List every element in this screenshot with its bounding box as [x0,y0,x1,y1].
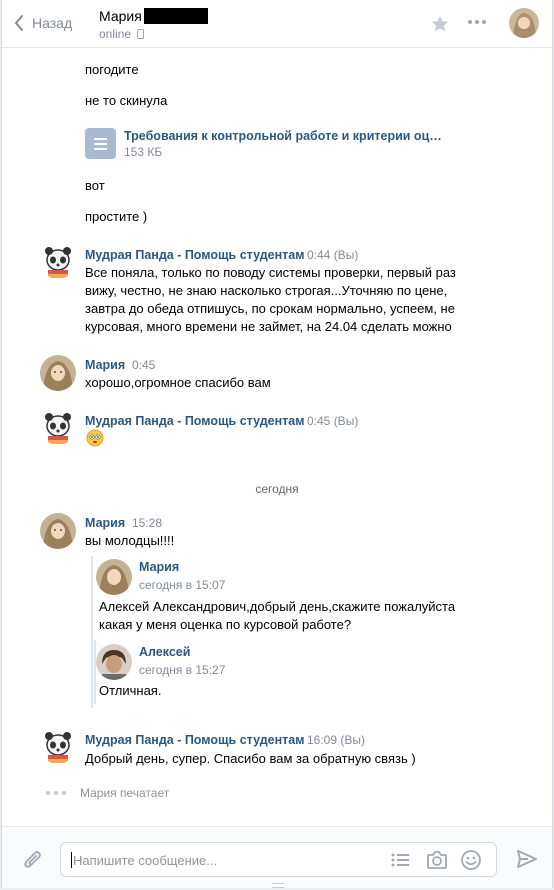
forwarded-time: сегодня в 15:27 [139,663,226,677]
aleksey-avatar[interactable] [96,644,132,680]
message-text: Отличная. [99,683,162,698]
message-text: не то скинула [85,93,168,108]
message-text: курсовая, много времени не займет, на 24… [85,319,452,334]
message-text: какая у меня оценка по курсовой работе? [99,617,352,632]
message-time[interactable]: 16:09 (Вы) [307,733,365,747]
message-text: Все поняла, только по поводу системы про… [85,265,456,280]
paperclip-icon[interactable] [22,847,44,871]
date-separator: сегодня [255,482,299,496]
panda-avatar[interactable] [40,409,76,445]
forwarded-author[interactable]: Мария [139,560,179,574]
send-icon[interactable] [516,849,538,869]
message-composer: Напишите сообщение... [2,826,552,888]
message-text: завтра до обеда отпишусь, по срокам норм… [85,301,455,316]
message-author[interactable]: Мария [85,358,125,372]
message-time[interactable]: 0:44 (Вы) [307,248,358,262]
message-author[interactable]: Мудрая Панда - Помощь студентам [85,248,304,262]
maria-avatar[interactable] [40,513,76,549]
message-author[interactable]: Мария [85,516,125,530]
message-text: погодите [85,62,139,77]
message-text: простите ) [85,209,148,224]
typing-dots-icon [46,791,66,795]
redacted-surname [143,8,208,24]
message-text: вы молодцы!!!! [85,533,175,548]
maria-avatar[interactable] [96,559,132,595]
message-author[interactable]: Мудрая Панда - Помощь студентам [85,733,304,747]
resize-handle[interactable] [272,883,284,888]
message-text: вижу, честно, не знаю насколько строгая.… [85,283,448,298]
message-input-placeholder: Напишите сообщение... [73,853,218,868]
star-icon[interactable] [430,14,450,34]
message-text: Добрый день, супер. Спасибо вам за обрат… [85,751,416,766]
peer-avatar[interactable] [509,8,539,38]
typing-indicator: Мария печатает [46,786,169,800]
back-button[interactable]: Назад [14,14,72,32]
document-size: 153 КБ [124,145,163,159]
mobile-icon [137,29,145,39]
document-title[interactable]: Требования к контрольной работе и критер… [124,129,444,143]
message-time[interactable]: 0:45 (Вы) [307,414,358,428]
chat-window: Назад Мария online погодите не то скинул… [1,0,553,888]
message-text: Алексей Александрович,добрый день,скажит… [99,599,456,614]
document-attachment[interactable]: Требования к контрольной работе и критер… [85,128,465,160]
forwarded-time: сегодня в 15:07 [139,578,226,592]
chat-header: Назад Мария online [2,0,552,48]
message-input[interactable]: Напишите сообщение... [60,842,497,877]
emoji-icon[interactable] [460,849,482,871]
message-time[interactable]: 0:45 [132,358,155,372]
maria-avatar[interactable] [40,355,76,391]
panda-avatar[interactable] [40,243,76,279]
peer-status: online [99,27,145,41]
camera-icon[interactable] [426,850,448,870]
peer-name[interactable]: Мария [99,8,208,24]
message-author[interactable]: Мудрая Панда - Помощь студентам [85,414,304,428]
message-text: вот [85,178,105,193]
more-options-icon[interactable] [468,20,486,24]
back-label: Назад [32,15,73,31]
panda-avatar[interactable] [40,728,76,764]
document-icon [85,128,116,159]
forwarded-author[interactable]: Алексей [139,645,190,659]
template-list-icon[interactable] [390,851,410,869]
flushed-emoji-icon [86,429,104,447]
chevron-left-icon [15,15,23,31]
message-text: хорошо,огромное спасибо вам [85,375,271,390]
message-time[interactable]: 15:28 [132,516,162,530]
